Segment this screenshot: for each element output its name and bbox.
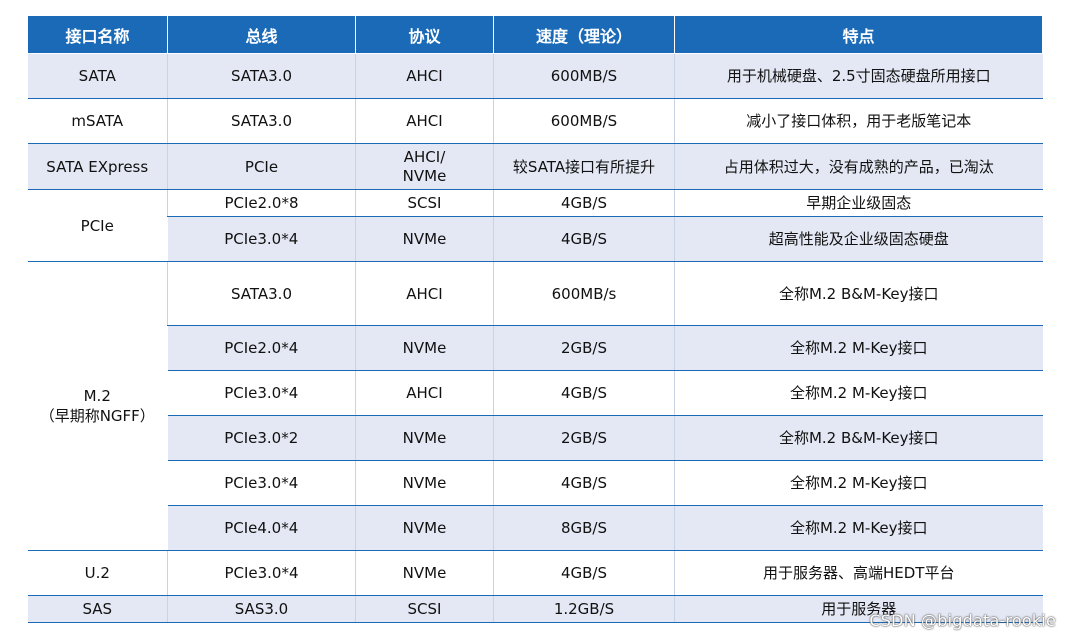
cell-bus: PCIe3.0*2 bbox=[167, 415, 356, 461]
cell-protocol: NVMe bbox=[355, 505, 494, 551]
cell-interface: U.2 bbox=[27, 550, 168, 596]
table-row: PCIe3.0*4 AHCI 4GB/S 全称M.2 M-Key接口 bbox=[28, 370, 1043, 416]
cell-protocol: NVMe bbox=[355, 216, 494, 262]
header-protocol: 协议 bbox=[355, 15, 494, 54]
cell-feature: 用于机械硬盘、2.5寸固态硬盘所用接口 bbox=[674, 53, 1043, 99]
table-row: SATA EXpress PCIe AHCI/ NVMe 较SATA接口有所提升… bbox=[27, 143, 1043, 190]
table-row: PCIe3.0*2 NVMe 2GB/S 全称M.2 B&M-Key接口 bbox=[28, 415, 1043, 461]
cell-protocol: AHCI/ NVMe bbox=[355, 143, 494, 190]
cell-interface: SATA EXpress bbox=[27, 143, 168, 190]
cell-feature: 超高性能及企业级固态硬盘 bbox=[674, 216, 1043, 262]
header-interface-name: 接口名称 bbox=[27, 15, 168, 54]
cell-protocol: SCSI bbox=[355, 595, 494, 623]
cell-bus: SATA3.0 bbox=[167, 53, 356, 99]
table-row: PCIe PCIe2.0*8 SCSI 4GB/S 早期企业级固态 bbox=[27, 189, 1043, 262]
cell-bus: PCIe bbox=[167, 143, 356, 190]
table-row: M.2 （早期称NGFF） SATA3.0 AHCI 600MB/s 全称M.2… bbox=[27, 261, 1043, 551]
cell-speed: 2GB/S bbox=[493, 415, 675, 461]
cell-interface: mSATA bbox=[27, 98, 168, 144]
cell-bus: PCIe3.0*4 bbox=[167, 550, 356, 596]
cell-speed: 4GB/S bbox=[493, 216, 675, 262]
cell-protocol: NVMe bbox=[355, 460, 494, 506]
cell-protocol: SCSI bbox=[355, 189, 494, 217]
cell-speed: 600MB/S bbox=[493, 98, 675, 144]
cell-protocol: NVMe bbox=[355, 415, 494, 461]
cell-speed: 4GB/S bbox=[493, 460, 675, 506]
cell-feature: 全称M.2 M-Key接口 bbox=[674, 505, 1043, 551]
cell-bus: PCIe3.0*4 bbox=[167, 216, 356, 262]
cell-bus: PCIe2.0*4 bbox=[167, 325, 356, 371]
cell-bus: SAS3.0 bbox=[167, 595, 356, 623]
cell-bus: SATA3.0 bbox=[167, 98, 356, 144]
cell-interface: PCIe bbox=[27, 189, 168, 262]
cell-interface: SAS bbox=[27, 595, 168, 623]
cell-bus: SATA3.0 bbox=[167, 261, 356, 326]
cell-bus: PCIe2.0*8 bbox=[167, 189, 356, 217]
cell-speed: 600MB/s bbox=[493, 261, 675, 326]
cell-speed: 较SATA接口有所提升 bbox=[493, 143, 675, 190]
cell-interface: M.2 （早期称NGFF） bbox=[27, 261, 168, 551]
table-row: PCIe4.0*4 NVMe 8GB/S 全称M.2 M-Key接口 bbox=[28, 505, 1043, 551]
header-bus: 总线 bbox=[167, 15, 356, 54]
header-feature: 特点 bbox=[674, 15, 1043, 54]
cell-feature: 减小了接口体积，用于老版笔记本 bbox=[674, 98, 1043, 144]
table-row: SATA SATA3.0 AHCI 600MB/S 用于机械硬盘、2.5寸固态硬… bbox=[27, 53, 1043, 99]
cell-feature: 占用体积过大，没有成熟的产品，已淘汰 bbox=[674, 143, 1043, 190]
cell-bus: PCIe3.0*4 bbox=[167, 460, 356, 506]
cell-protocol: AHCI bbox=[355, 370, 494, 416]
cell-interface: SATA bbox=[27, 53, 168, 99]
cell-protocol: AHCI bbox=[355, 261, 494, 326]
cell-bus: PCIe3.0*4 bbox=[167, 370, 356, 416]
cell-bus: PCIe4.0*4 bbox=[167, 505, 356, 551]
table-row: U.2 PCIe3.0*4 NVMe 4GB/S 用于服务器、高端HEDT平台 bbox=[27, 550, 1043, 596]
cell-feature: 全称M.2 M-Key接口 bbox=[674, 325, 1043, 371]
cell-feature: 全称M.2 M-Key接口 bbox=[674, 460, 1043, 506]
table-header-row: 接口名称 总线 协议 速度（理论） 特点 bbox=[27, 15, 1043, 54]
cell-protocol: NVMe bbox=[355, 550, 494, 596]
cell-feature: 用于服务器、高端HEDT平台 bbox=[674, 550, 1043, 596]
watermark: CSDN @bigdata-rookie bbox=[869, 611, 1056, 630]
cell-speed: 8GB/S bbox=[493, 505, 675, 551]
cell-speed: 4GB/S bbox=[493, 370, 675, 416]
cell-speed: 4GB/S bbox=[493, 189, 675, 217]
cell-feature: 全称M.2 B&M-Key接口 bbox=[674, 261, 1043, 326]
cell-speed: 2GB/S bbox=[493, 325, 675, 371]
cell-speed: 1.2GB/S bbox=[493, 595, 675, 623]
interface-table: 接口名称 总线 协议 速度（理论） 特点 SATA SATA3.0 AHCI 6… bbox=[27, 15, 1043, 623]
cell-feature: 全称M.2 M-Key接口 bbox=[674, 370, 1043, 416]
header-speed: 速度（理论） bbox=[493, 15, 675, 54]
cell-speed: 4GB/S bbox=[493, 550, 675, 596]
table-row: PCIe3.0*4 NVMe 4GB/S 全称M.2 M-Key接口 bbox=[28, 460, 1043, 506]
cell-feature: 全称M.2 B&M-Key接口 bbox=[674, 415, 1043, 461]
cell-feature: 早期企业级固态 bbox=[674, 189, 1043, 217]
table-row: mSATA SATA3.0 AHCI 600MB/S 减小了接口体积，用于老版笔… bbox=[27, 98, 1043, 144]
cell-speed: 600MB/S bbox=[493, 53, 675, 99]
cell-protocol: AHCI bbox=[355, 53, 494, 99]
table-row: PCIe2.0*4 NVMe 2GB/S 全称M.2 M-Key接口 bbox=[28, 325, 1043, 371]
cell-protocol: NVMe bbox=[355, 325, 494, 371]
cell-protocol: AHCI bbox=[355, 98, 494, 144]
table-row: PCIe3.0*4 NVMe 4GB/S 超高性能及企业级固态硬盘 bbox=[28, 216, 1043, 262]
